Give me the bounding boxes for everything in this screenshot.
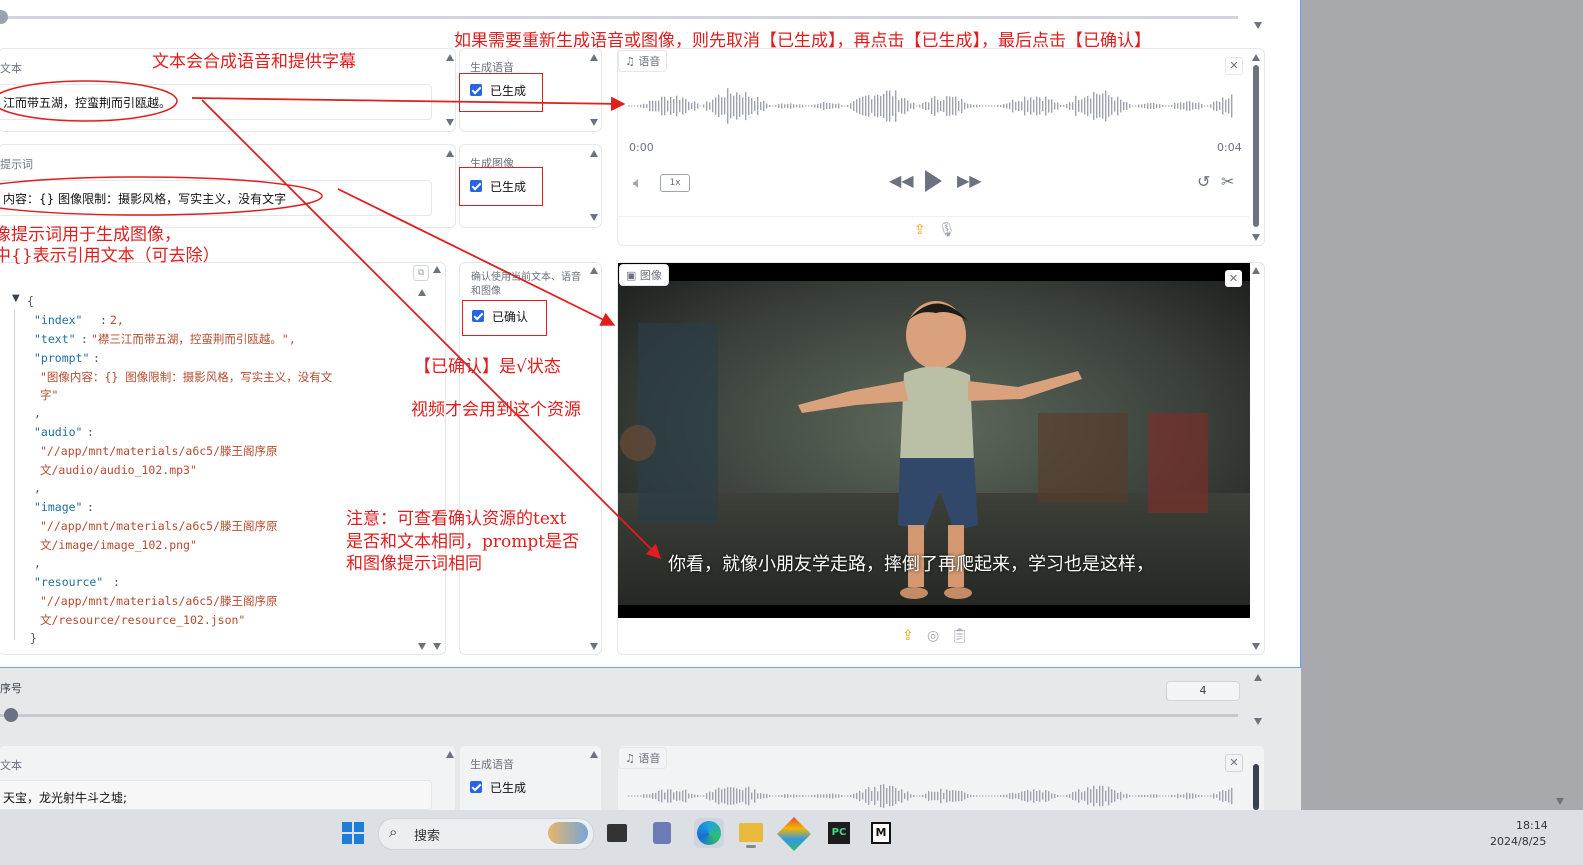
search-highlight-icon: [548, 822, 588, 844]
windows-start-icon[interactable]: [342, 822, 364, 844]
app-icon[interactable]: [653, 822, 671, 844]
markdown-app-icon[interactable]: M: [871, 822, 891, 844]
search-placeholder: 搜索: [414, 829, 441, 844]
task-view-icon[interactable]: [607, 824, 627, 842]
clock-date[interactable]: 2024/8/25: [1490, 835, 1546, 848]
pycharm-icon[interactable]: PC: [828, 822, 850, 844]
file-explorer-icon[interactable]: [739, 823, 763, 842]
edge-browser-icon[interactable]: [697, 821, 721, 845]
running-indicator: [746, 845, 756, 848]
clock-time[interactable]: 18:14: [1516, 819, 1548, 832]
search-icon: ⌕: [389, 823, 398, 841]
annotation-overlay: [0, 80, 662, 560]
